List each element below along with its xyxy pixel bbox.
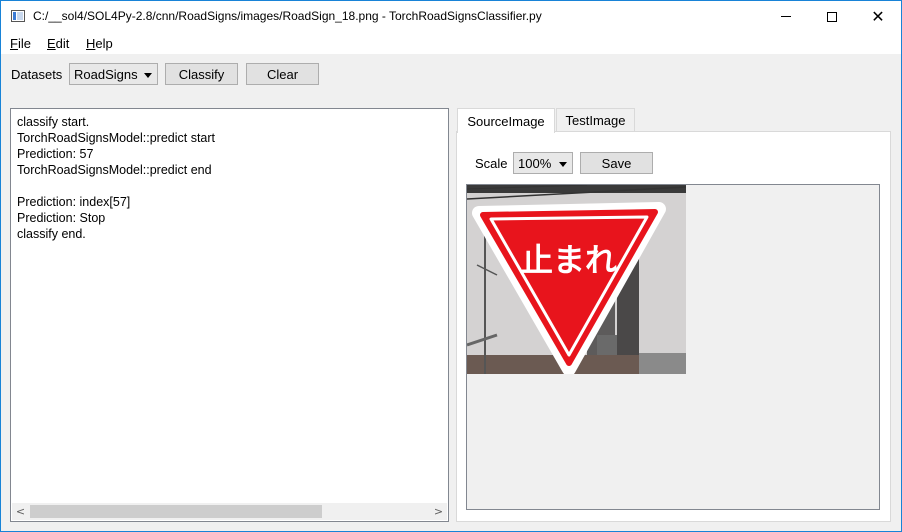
maximize-icon [827,11,837,22]
menu-help-rest: elp [95,36,113,51]
minimize-icon [781,16,791,17]
log-line: Prediction: index[57] [17,195,131,209]
stop-sign-photo: 止まれ [467,185,686,374]
scroll-left-icon[interactable]: < [12,503,29,520]
datasets-label: Datasets [11,67,63,82]
scroll-right-icon[interactable]: > [430,503,447,520]
road-sign-image: 止まれ [467,185,686,374]
chevron-down-icon [559,162,567,167]
log-line: Prediction: 57 [17,147,94,161]
chevron-down-icon [144,73,152,78]
sign-text: 止まれ [521,241,617,279]
log-line: classify end. [17,227,86,241]
maximize-button[interactable] [809,1,855,32]
menu-help-accel: H [86,36,96,51]
log-textarea[interactable]: classify start.TorchRoadSignsModel::pred… [10,108,449,522]
menu-edit[interactable]: Edit [47,36,69,51]
menu-bar: File Edit Help [1,32,901,54]
menu-edit-rest: dit [55,36,70,51]
menu-file-rest: ile [17,36,31,51]
scale-label: Scale [475,156,508,171]
log-line: TorchRoadSignsModel::predict start [17,131,216,145]
menu-file-accel: F [10,36,18,51]
tab-source-image[interactable]: SourceImage [457,108,555,133]
menu-help[interactable]: Help [86,36,113,51]
close-icon: ✕ [871,6,885,26]
datasets-combobox[interactable]: RoadSigns [69,63,158,85]
building [639,353,686,374]
classify-button[interactable]: Classify [165,63,238,85]
log-line: classify start. [17,115,90,129]
scale-combobox-value: 100% [518,156,552,171]
save-button[interactable]: Save [580,152,653,174]
scrollbar-thumb[interactable] [30,505,322,518]
menu-file[interactable]: File [10,36,31,51]
datasets-combobox-value: RoadSigns [74,67,138,82]
log-lines: classify start.TorchRoadSignsModel::pred… [17,114,215,242]
clear-button[interactable]: Clear [246,63,319,85]
tab-test-image[interactable]: TestImage [556,108,635,132]
close-button[interactable]: ✕ [855,1,901,32]
app-window: C:/__sol4/SOL4Py-2.8/cnn/RoadSigns/image… [0,0,902,532]
log-line: Prediction: Stop [17,211,106,225]
title-bar[interactable]: C:/__sol4/SOL4Py-2.8/cnn/RoadSigns/image… [1,1,901,32]
menu-edit-accel: E [47,36,56,51]
horizontal-scrollbar[interactable]: < > [12,503,447,520]
log-line: TorchRoadSignsModel::predict end [17,163,212,177]
scale-combobox[interactable]: 100% [513,152,573,174]
minimize-button[interactable] [763,1,809,32]
app-icon [11,10,25,22]
window-title: C:/__sol4/SOL4Py-2.8/cnn/RoadSigns/image… [33,9,542,23]
